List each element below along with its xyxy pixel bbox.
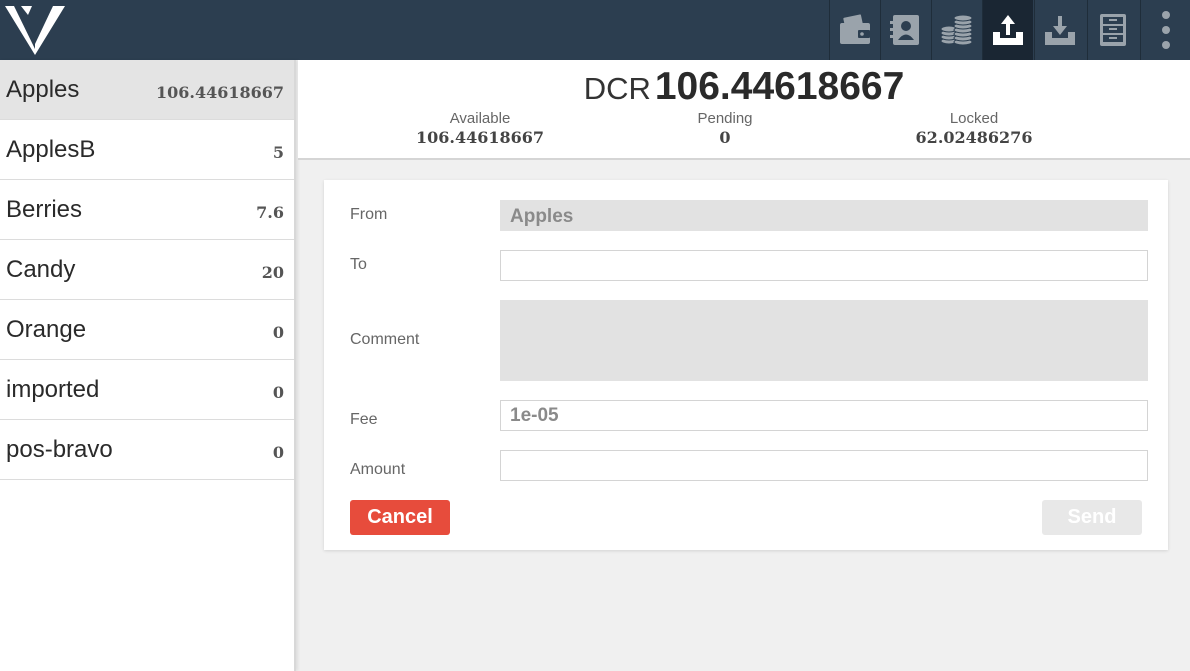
account-item-pos-bravo[interactable]: pos-bravo 0 (0, 420, 294, 480)
send-upload-icon (991, 14, 1025, 46)
to-label: To (350, 256, 367, 273)
cabinet-icon (1098, 13, 1128, 47)
comment-label: Comment (350, 331, 420, 348)
account-item-orange[interactable]: Orange 0 (0, 300, 294, 360)
fee-label: Fee (350, 411, 378, 428)
cancel-button[interactable]: Cancel (350, 500, 450, 535)
available-value: 106.44618667 (415, 128, 545, 147)
account-name: ApplesB (6, 136, 96, 163)
account-balance: 20 (261, 263, 284, 282)
top-toolbar (0, 0, 1190, 60)
address-book-icon (889, 13, 923, 47)
comment-input[interactable] (500, 300, 1148, 381)
send-button-tab[interactable] (982, 0, 1033, 60)
pending-value: 0 (719, 128, 731, 147)
account-item-apples[interactable]: Apples 106.44618667 (0, 60, 294, 120)
amount-input[interactable] (500, 450, 1148, 481)
cabinet-button[interactable] (1087, 0, 1138, 60)
pending-label: Pending (697, 110, 753, 127)
account-balance: 7.6 (256, 203, 284, 222)
account-item-candy[interactable]: Candy 20 (0, 240, 294, 300)
account-item-applesb[interactable]: ApplesB 5 (0, 120, 294, 180)
available-stat: Available 106.44618667 (380, 110, 580, 148)
locked-stat: Locked 62.02486276 (874, 110, 1074, 148)
account-name: pos-bravo (6, 436, 113, 463)
account-name: Apples (6, 76, 80, 103)
account-item-imported[interactable]: imported 0 (0, 360, 294, 420)
account-balance: 0 (272, 323, 284, 342)
account-balance: 106.44618667 (155, 83, 284, 102)
coins-button[interactable] (931, 0, 982, 60)
coins-icon (939, 13, 975, 47)
more-vertical-icon (1161, 11, 1171, 49)
from-label: From (350, 206, 388, 223)
amount-label: Amount (350, 461, 406, 478)
receive-download-icon (1043, 14, 1077, 46)
account-item-berries[interactable]: Berries 7.6 (0, 180, 294, 240)
account-name: Candy (6, 256, 76, 283)
from-field: Apples (500, 200, 1148, 231)
account-name: Orange (6, 316, 87, 343)
decred-logo[interactable] (4, 3, 66, 57)
account-balance: 5 (272, 143, 284, 162)
account-name: imported (6, 376, 100, 403)
locked-value: 62.02486276 (915, 128, 1033, 147)
send-form: From Apples To Comment Fee Amount Cancel… (324, 180, 1168, 550)
account-balance: 0 (272, 443, 284, 462)
receive-button-tab[interactable] (1034, 0, 1085, 60)
pending-stat: Pending 0 (625, 110, 825, 148)
more-menu-button[interactable] (1140, 0, 1190, 60)
balance-header: DCR 106.44618667 Available 106.44618667 P… (298, 60, 1190, 160)
wallet-icon (838, 14, 872, 46)
to-address-input[interactable] (500, 250, 1148, 281)
address-book-button[interactable] (880, 0, 931, 60)
available-label: Available (449, 110, 511, 127)
locked-label: Locked (949, 110, 999, 127)
fee-input[interactable] (500, 400, 1148, 431)
send-button[interactable]: Send (1042, 500, 1142, 535)
account-name: Berries (6, 196, 83, 223)
total-balance: DCR 106.44618667 (298, 65, 1190, 109)
account-balance: 0 (272, 383, 284, 402)
total-amount: 106.44618667 (654, 65, 905, 108)
wallet-button[interactable] (829, 0, 880, 60)
currency-code: DCR (583, 71, 651, 106)
account-list: Apples 106.44618667 ApplesB 5 Berries 7.… (0, 60, 296, 671)
